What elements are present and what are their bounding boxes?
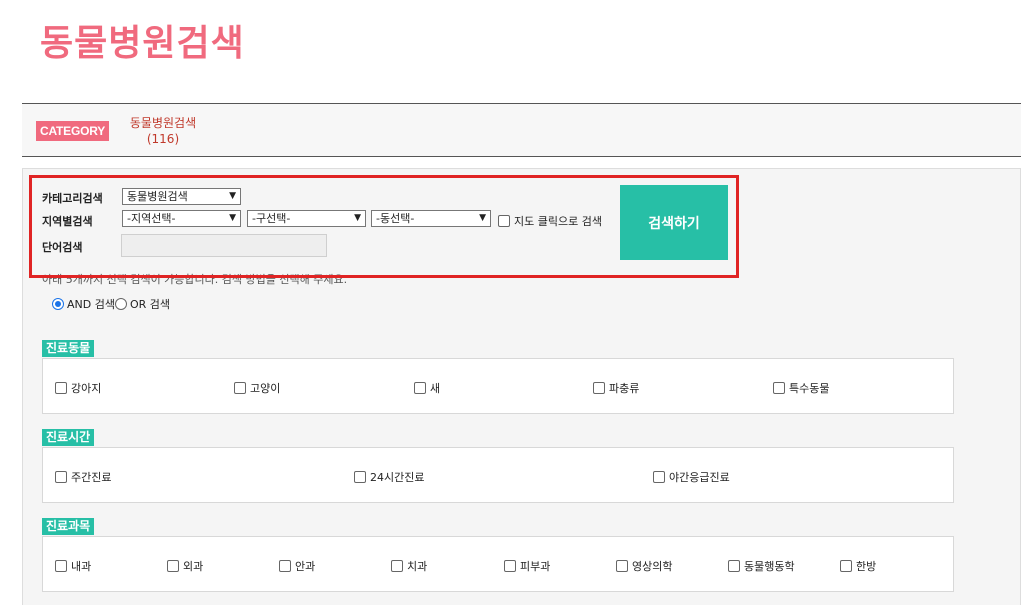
option-label: 강아지 [71,382,102,395]
option-label: 피부과 [520,560,551,573]
option-dog[interactable]: 강아지 [55,380,101,396]
and-label: AND 검색 [67,298,115,311]
section-title-hours: 진료시간 [42,429,95,446]
option-label: 한방 [856,560,877,573]
option-label: 파충류 [609,382,640,395]
option-label: 특수동물 [789,382,830,395]
option-label: 주간진료 [71,471,112,484]
checkbox[interactable] [616,560,628,572]
option-label: 내과 [71,560,92,573]
checkbox[interactable] [414,382,426,394]
checkbox[interactable] [354,471,366,483]
option-dermatology[interactable]: 피부과 [504,558,550,574]
category-link[interactable]: 동물병원검색 (116) [124,115,202,147]
checkbox[interactable] [773,382,785,394]
search-mode-radios: AND 검색 OR 검색 [52,296,170,312]
option-label: 영상의학 [632,560,673,573]
option-night[interactable]: 야간응급진료 [653,469,730,485]
checkbox[interactable] [167,560,179,572]
option-label: 24시간진료 [370,471,425,484]
option-oriental[interactable]: 한방 [840,558,876,574]
option-daytime[interactable]: 주간진료 [55,469,111,485]
option-internal[interactable]: 내과 [55,558,91,574]
option-bird[interactable]: 새 [414,380,440,396]
checkbox[interactable] [391,560,403,572]
checkbox[interactable] [55,560,67,572]
highlight-box [29,175,739,278]
checkbox[interactable] [55,382,67,394]
checkbox[interactable] [653,471,665,483]
option-24h[interactable]: 24시간진료 [354,469,424,485]
option-label: 고양이 [250,382,281,395]
option-dental[interactable]: 치과 [391,558,427,574]
option-label: 동물행동학 [744,560,795,573]
category-bar: CATEGORY 동물병원검색 (116) [22,103,1021,157]
option-label: 안과 [295,560,316,573]
category-count: (116) [146,132,180,146]
option-label: 새 [430,382,441,395]
checkbox[interactable] [593,382,605,394]
option-cat[interactable]: 고양이 [234,380,280,396]
checkbox[interactable] [279,560,291,572]
checkbox[interactable] [504,560,516,572]
option-behavior[interactable]: 동물행동학 [728,558,795,574]
category-link-label[interactable]: 동물병원검색 [124,115,202,131]
option-ophthalmology[interactable]: 안과 [279,558,315,574]
section-box-hours [42,447,954,503]
section-title-subjects: 진료과목 [42,518,95,535]
option-surgery[interactable]: 외과 [167,558,203,574]
checkbox[interactable] [55,471,67,483]
or-radio[interactable] [114,298,127,310]
option-label: 야간응급진료 [669,471,730,484]
checkbox[interactable] [840,560,852,572]
option-label: 외과 [183,560,204,573]
and-radio[interactable] [52,298,64,310]
checkbox[interactable] [728,560,740,572]
page-title: 동물병원검색 [40,23,245,64]
option-reptile[interactable]: 파충류 [593,380,639,396]
section-title-animals: 진료동물 [42,340,95,357]
or-label: OR 검색 [129,298,171,311]
category-badge: CATEGORY [36,121,110,141]
option-imaging[interactable]: 영상의학 [616,558,672,574]
option-label: 치과 [407,560,428,573]
option-exotic[interactable]: 특수동물 [773,380,829,396]
checkbox[interactable] [234,382,246,394]
